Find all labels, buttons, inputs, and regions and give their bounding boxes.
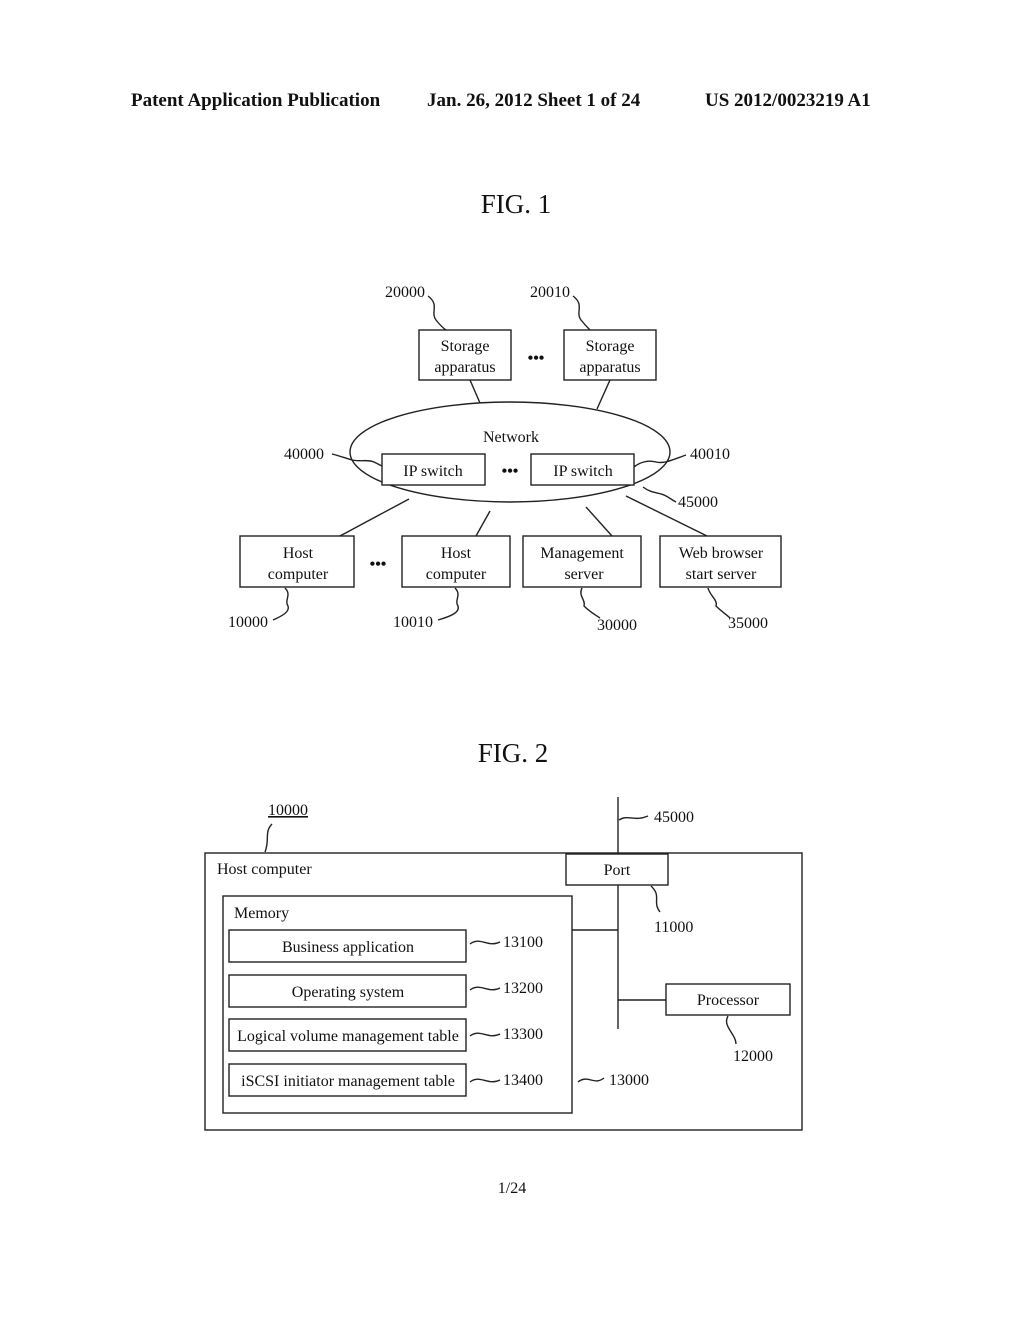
ref-40010: 40010	[690, 446, 730, 463]
box-label: Host	[283, 545, 314, 562]
box-label: iSCSI initiator management table	[241, 1073, 455, 1090]
figures-canvas: FIG. 1 20000 20010 Storage apparatus •••…	[204, 189, 803, 1131]
ref-10000: 10000	[228, 614, 268, 631]
connection-line	[469, 379, 481, 404]
storage-apparatus-box: Storage apparatus	[418, 329, 512, 381]
box-label: Storage	[586, 338, 635, 355]
ref-13400: 13400	[503, 1072, 543, 1089]
box-label: computer	[426, 566, 487, 583]
host-computer-box: Host computer	[401, 535, 511, 588]
box-label: IP switch	[553, 463, 612, 480]
box-label: Web browser	[679, 545, 764, 562]
port-label: Port	[604, 862, 631, 879]
fig2-title: FIG. 2	[478, 738, 549, 768]
ellipsis: •••	[502, 463, 519, 480]
box-label: server	[564, 566, 604, 583]
leader-line	[437, 587, 459, 621]
leader-line	[264, 823, 273, 853]
ref-45000: 45000	[678, 494, 718, 511]
box-label: computer	[268, 566, 329, 583]
network-ellipse	[349, 401, 671, 503]
ref-40000: 40000	[284, 446, 324, 463]
ref-13200: 13200	[503, 980, 543, 997]
storage-apparatus-box: Storage apparatus	[563, 329, 657, 381]
box-label: Logical volume management table	[237, 1028, 459, 1045]
ref-45000: 45000	[654, 809, 694, 826]
fig1-title: FIG. 1	[481, 189, 552, 219]
box-label: apparatus	[434, 359, 495, 376]
connection-line	[339, 498, 410, 537]
box-label: Operating system	[292, 984, 405, 1001]
ref-13300: 13300	[503, 1026, 543, 1043]
connection-line	[475, 510, 491, 537]
leader-line	[642, 486, 677, 503]
ref-20000: 20000	[385, 284, 425, 301]
box-label: start server	[686, 566, 757, 583]
management-server-box: Management server	[522, 535, 642, 588]
ref-10010: 10010	[393, 614, 433, 631]
ref-20010: 20010	[530, 284, 570, 301]
leader-line	[272, 587, 289, 621]
leader-line	[427, 295, 447, 331]
box-label: Business application	[282, 939, 414, 956]
processor-label: Processor	[697, 992, 760, 1009]
ref-35000: 35000	[728, 615, 768, 632]
box-label: IP switch	[403, 463, 462, 480]
connection-line	[585, 506, 613, 537]
ref-13100: 13100	[503, 934, 543, 951]
box-label: Management	[540, 545, 624, 562]
ip-switch-box: IP switch	[381, 453, 486, 486]
ip-switch-box: IP switch	[530, 453, 635, 486]
ref-30000: 30000	[597, 617, 637, 634]
box-label: apparatus	[579, 359, 640, 376]
connection-line	[596, 379, 611, 410]
ellipsis: •••	[370, 556, 387, 573]
ref-11000: 11000	[654, 919, 693, 936]
box-label: Host	[441, 545, 472, 562]
host-computer-label: Host computer	[217, 861, 312, 878]
page-number: 1/24	[497, 1180, 527, 1197]
web-browser-start-server-box: Web browser start server	[659, 535, 782, 588]
memory-label: Memory	[234, 905, 289, 922]
leader-line	[618, 815, 649, 821]
ref-10000-underlined: 10000	[268, 802, 308, 819]
leader-line	[580, 587, 601, 619]
leader-line	[572, 295, 591, 331]
ref-13000: 13000	[609, 1072, 649, 1089]
box-label: Storage	[441, 338, 490, 355]
host-computer-box: Host computer	[239, 535, 355, 588]
leader-line	[707, 587, 731, 619]
ref-12000: 12000	[733, 1048, 773, 1065]
network-label: Network	[483, 429, 539, 446]
ellipsis: •••	[528, 350, 545, 367]
